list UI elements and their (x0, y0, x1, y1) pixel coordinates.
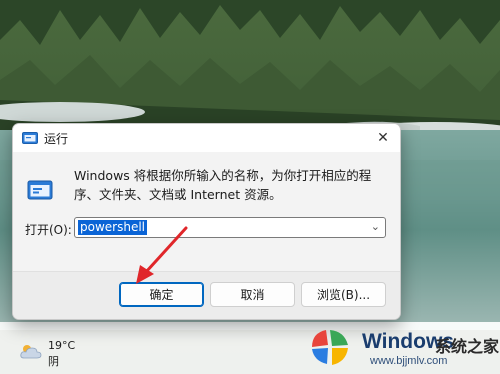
watermark: Windows 系统之家 www.bjjmlv.com (302, 322, 500, 374)
watermark-cn: 系统之家 (435, 337, 500, 356)
cloud-sun-icon[interactable] (18, 342, 44, 360)
chevron-down-icon[interactable]: ⌄ (371, 220, 380, 233)
run-app-icon (22, 132, 38, 144)
watermark-url: www.bjjmlv.com (370, 355, 448, 367)
ok-button[interactable]: 确定 (119, 282, 204, 307)
windows-logo-icon (312, 330, 348, 365)
title-bar[interactable]: 运行 ✕ (13, 124, 400, 152)
open-label: 打开(O): (25, 223, 72, 237)
cancel-button[interactable]: 取消 (210, 282, 295, 307)
run-dialog: 运行 ✕ Windows 将根据你所输入的名称，为你打开相应的程序、文件夹、文档… (12, 123, 401, 320)
dialog-title: 运行 (44, 132, 69, 146)
open-input-value[interactable]: powershell (78, 220, 147, 235)
run-program-icon (27, 180, 53, 200)
dialog-body: Windows 将根据你所输入的名称，为你打开相应的程序、文件夹、文档或 Int… (13, 152, 400, 272)
weather-condition[interactable]: 阴 (48, 353, 59, 369)
browse-button[interactable]: 浏览(B)... (301, 282, 386, 307)
dialog-description: Windows 将根据你所输入的名称，为你打开相应的程序、文件夹、文档或 Int… (74, 168, 372, 202)
weather-temperature[interactable]: 19°C (48, 339, 75, 352)
button-bar: 确定 取消 浏览(B)... (13, 271, 400, 319)
open-combobox[interactable]: powershell ⌄ (74, 217, 386, 238)
close-button[interactable]: ✕ (366, 124, 400, 152)
